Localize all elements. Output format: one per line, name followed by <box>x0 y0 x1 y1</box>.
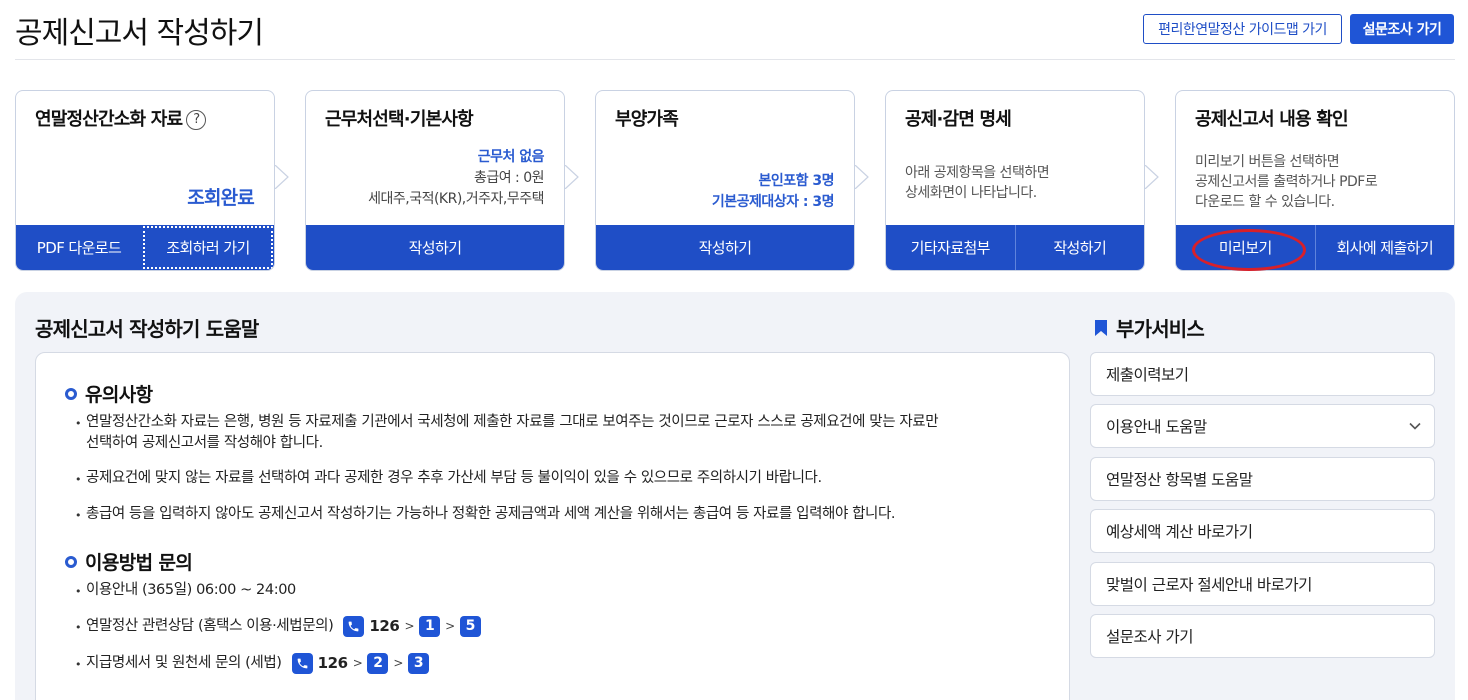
inquiry-label: 연말정산 관련상담 (홈택스 이용·세법문의) <box>86 618 334 634</box>
side-item-survey[interactable]: 설문조사 가기 <box>1090 614 1435 658</box>
note-item: 공제요건에 맞지 않는 자료를 선택하여 과다 공제한 경우 추후 가산세 부담… <box>75 468 822 490</box>
workplace-status: 근무처 없음 <box>477 149 545 165</box>
guide-map-button[interactable]: 편리한연말정산 가이드맵 가기 <box>1143 14 1342 44</box>
household-info: 세대주,국적(KR),거주자,무주택 <box>368 191 544 207</box>
card-footer: 작성하기 <box>306 225 564 270</box>
arrow-separator: > <box>393 656 404 670</box>
survey-button[interactable]: 설문조사 가기 <box>1350 14 1454 44</box>
phone-icon <box>343 616 365 637</box>
chevron-down-icon <box>1409 422 1421 430</box>
dependents-count: 본인포함 3명 <box>758 173 834 189</box>
inquiry-title-text: 이용방법 문의 <box>85 552 193 574</box>
side-item-submit-history[interactable]: 제출이력보기 <box>1090 352 1435 396</box>
desc-line: 아래 공제항목을 선택하면 <box>905 165 1050 181</box>
card-confirm: 공제신고서 내용 확인 미리보기 버튼을 선택하면 공제신고서를 출력하거나 P… <box>1175 90 1455 271</box>
desc-line: 공제신고서를 출력하거나 PDF로 <box>1195 174 1378 190</box>
side-services-title: 부가서비스 <box>1094 313 1205 342</box>
desc-line: 미리보기 버튼을 선택하면 <box>1195 154 1340 170</box>
card-title: 공제신고서 내용 확인 <box>1195 109 1349 130</box>
write-button[interactable]: 작성하기 <box>306 225 564 270</box>
note-item: 연말정산간소화 자료는 은행, 병원 등 자료제출 기관에서 국세청에 제출한 … <box>75 412 939 454</box>
card-workplace: 근무처선택·기본사항 근무처 없음 총급여 : 0원 세대주,국적(KR),거주… <box>305 90 565 271</box>
inquiry-item: 이용안내 (365일) 06:00 ~ 24:00 <box>75 580 296 602</box>
arrow-separator: > <box>352 656 363 670</box>
basic-deduction-count: 기본공제대상자 : 3명 <box>711 194 835 210</box>
dependents-info: 본인포함 3명 기본공제대상자 : 3명 <box>711 171 835 213</box>
inquiry-item: 연말정산 관련상담 (홈택스 이용·세법문의) 126 > 1 > 5 <box>75 616 481 638</box>
step-arrow-icon <box>1144 165 1159 189</box>
question-icon[interactable]: ? <box>186 109 207 130</box>
card-title: 부양가족 <box>615 109 679 130</box>
note-item: 총급여 등을 입력하지 않아도 공제신고서 작성하기는 가능하나 정확한 공제금… <box>75 504 896 526</box>
card-description: 미리보기 버튼을 선택하면 공제신고서를 출력하거나 PDF로 다운로드 할 수… <box>1195 152 1378 212</box>
phone-icon <box>291 653 313 674</box>
side-item-label: 이용안내 도움말 <box>1106 418 1207 436</box>
notes-heading: 유의사항 <box>65 380 153 407</box>
menu-key: 5 <box>459 616 481 637</box>
bullet-ring-icon <box>65 387 77 400</box>
note-line: 선택하여 공제신고서를 작성해야 합니다. <box>86 435 323 451</box>
card-footer: 기타자료첨부 작성하기 <box>886 225 1144 270</box>
inquiry-item: 지급명세서 및 원천세 문의 (세법) 126 > 2 > 3 <box>75 653 430 675</box>
side-item-usage-help[interactable]: 이용안내 도움말 <box>1090 404 1435 448</box>
page-title: 공제신고서 작성하기 <box>15 16 264 51</box>
notes-title-text: 유의사항 <box>85 384 153 406</box>
menu-key: 1 <box>419 616 441 637</box>
step-arrow-icon <box>274 165 289 189</box>
card-title: 근무처선택·기본사항 <box>325 109 474 130</box>
bookmark-icon <box>1095 319 1107 336</box>
step-arrow-icon <box>564 165 579 189</box>
title-divider <box>15 59 1455 60</box>
card-simplified-data: 연말정산간소화 자료? 조회완료 PDF 다운로드 조회하러 가기 <box>15 90 275 271</box>
card-footer: 미리보기 회사에 제출하기 <box>1176 225 1454 270</box>
inquiry-label: 지급명세서 및 원천세 문의 (세법) <box>86 655 282 671</box>
other-attachment-button[interactable]: 기타자료첨부 <box>886 225 1015 270</box>
side-title-text: 부가서비스 <box>1116 317 1205 341</box>
arrow-separator: > <box>404 619 415 633</box>
go-lookup-button[interactable]: 조회하러 가기 <box>143 226 273 269</box>
inquiry-heading: 이용방법 문의 <box>65 548 193 575</box>
card-title: 연말정산간소화 자료? <box>35 105 207 131</box>
card-title: 공제·감면 명세 <box>905 109 1012 130</box>
card-title-text: 연말정산간소화 자료 <box>35 109 183 130</box>
pdf-download-button[interactable]: PDF 다운로드 <box>16 225 142 270</box>
menu-key: 2 <box>367 653 389 674</box>
card-deduction: 공제·감면 명세 아래 공제항목을 선택하면 상세화면이 나타납니다. 기타자료… <box>885 90 1145 271</box>
card-dependents: 부양가족 본인포함 3명 기본공제대상자 : 3명 작성하기 <box>595 90 855 271</box>
side-item-dual-income[interactable]: 맞벌이 근로자 절세안내 바로가기 <box>1090 562 1435 606</box>
workplace-info: 근무처 없음 총급여 : 0원 세대주,국적(KR),거주자,무주택 <box>368 147 544 210</box>
card-description: 아래 공제항목을 선택하면 상세화면이 나타납니다. <box>905 163 1050 203</box>
note-line: 연말정산간소화 자료는 은행, 병원 등 자료제출 기관에서 국세청에 제출한 … <box>86 414 939 430</box>
phone-number: 126 <box>317 654 349 672</box>
status-done: 조회완료 <box>187 187 255 209</box>
submit-to-company-button[interactable]: 회사에 제출하기 <box>1314 225 1455 270</box>
side-item-item-help[interactable]: 연말정산 항목별 도움말 <box>1090 457 1435 501</box>
card-footer: PDF 다운로드 조회하러 가기 <box>16 225 274 270</box>
desc-line: 상세화면이 나타납니다. <box>905 185 1037 201</box>
side-item-tax-estimate[interactable]: 예상세액 계산 바로가기 <box>1090 509 1435 553</box>
help-title: 공제신고서 작성하기 도움말 <box>35 317 259 341</box>
preview-button[interactable]: 미리보기 <box>1176 225 1315 270</box>
bullet-ring-icon <box>65 555 77 568</box>
desc-line: 다운로드 할 수 있습니다. <box>1195 194 1335 210</box>
help-box <box>35 352 1070 700</box>
card-footer: 작성하기 <box>596 225 854 270</box>
phone-number: 126 <box>369 617 400 635</box>
total-salary: 총급여 : 0원 <box>473 170 545 186</box>
menu-key: 3 <box>408 653 430 674</box>
write-button[interactable]: 작성하기 <box>596 225 854 270</box>
step-arrow-icon <box>854 165 869 189</box>
write-button[interactable]: 작성하기 <box>1014 225 1145 270</box>
arrow-separator: > <box>445 619 455 633</box>
